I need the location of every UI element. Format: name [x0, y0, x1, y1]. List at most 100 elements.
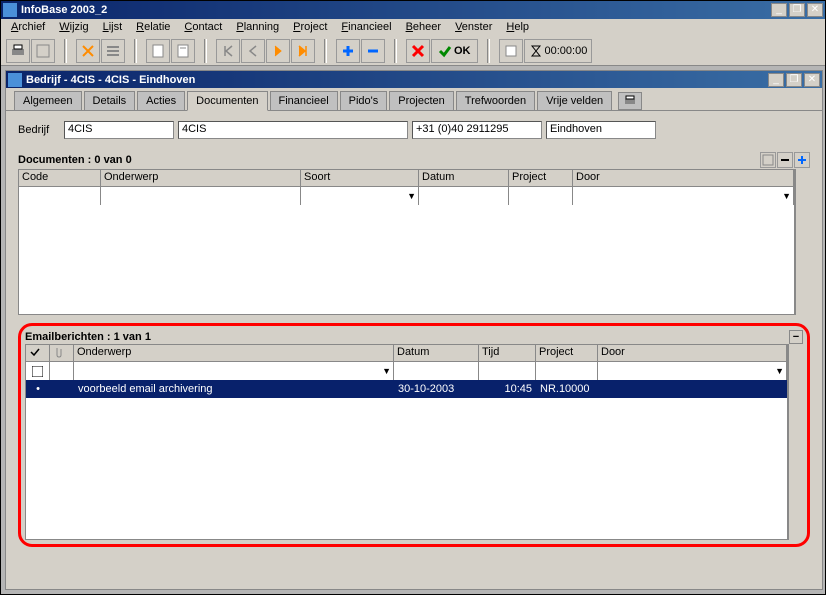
- bedrijf-plaats-field[interactable]: Eindhoven: [546, 121, 656, 139]
- ok-button[interactable]: OK: [431, 39, 478, 63]
- tab-projecten[interactable]: Projecten: [389, 91, 453, 110]
- filter-onderwerp[interactable]: [101, 187, 301, 205]
- col-door[interactable]: Door: [573, 170, 794, 186]
- menu-relatie[interactable]: Relatie: [130, 19, 176, 35]
- tab-vrijevelden[interactable]: Vrije velden: [537, 91, 612, 110]
- ok-label: OK: [454, 45, 471, 57]
- menu-wijzig[interactable]: Wijzig: [53, 19, 94, 35]
- child-minimize-button[interactable]: _: [768, 73, 784, 87]
- tab-pidos[interactable]: Pido's: [340, 91, 388, 110]
- bedrijf-phone-field[interactable]: +31 (0)40 2911295: [412, 121, 542, 139]
- email-filter-door[interactable]: ▼: [598, 362, 787, 380]
- menu-financieel[interactable]: Financieel: [335, 19, 397, 35]
- tool-button-2[interactable]: [31, 39, 55, 63]
- doc-button-1[interactable]: [146, 39, 170, 63]
- minimize-button[interactable]: _: [771, 3, 787, 17]
- separator: [204, 39, 207, 63]
- doc-link-button[interactable]: [760, 152, 776, 168]
- bedrijf-code-field[interactable]: 4CIS: [64, 121, 174, 139]
- menu-lijst[interactable]: Lijst: [97, 19, 129, 35]
- doc-button-2[interactable]: [171, 39, 195, 63]
- app-icon: [3, 3, 17, 17]
- email-filter-onderwerp[interactable]: ▼: [74, 362, 394, 380]
- email-filter-project[interactable]: [536, 362, 598, 380]
- dropdown-icon: ▼: [782, 191, 791, 201]
- timer-text: 00:00:00: [545, 45, 588, 57]
- child-window: Bedrijf - 4CIS - 4CIS - Eindhoven _ ❐ ✕ …: [5, 70, 823, 590]
- menu-project[interactable]: Project: [287, 19, 333, 35]
- nav-next-button[interactable]: [266, 39, 290, 63]
- email-row[interactable]: • voorbeeld email archivering 30-10-2003…: [26, 380, 787, 398]
- filter-soort[interactable]: ▼: [301, 187, 419, 205]
- nav-first-button[interactable]: [216, 39, 240, 63]
- filter-project[interactable]: [509, 187, 573, 205]
- email-filter-check[interactable]: [26, 362, 50, 380]
- document-panel: Bedrijf 4CIS 4CIS +31 (0)40 2911295 Eind…: [6, 111, 822, 589]
- print-button[interactable]: [6, 39, 30, 63]
- filter-door[interactable]: ▼: [573, 187, 794, 205]
- tab-financieel[interactable]: Financieel: [270, 91, 338, 110]
- find-button[interactable]: [76, 39, 100, 63]
- doc-add-button[interactable]: [794, 152, 810, 168]
- row-datum: 30-10-2003: [394, 383, 479, 395]
- col-attach[interactable]: [50, 345, 74, 361]
- menu-help[interactable]: Help: [500, 19, 535, 35]
- remove-button[interactable]: [361, 39, 385, 63]
- menu-venster[interactable]: Venster: [449, 19, 498, 35]
- child-restore-button[interactable]: ❐: [786, 73, 802, 87]
- app-titlebar: InfoBase 2003_2 _ ❐ ✕: [1, 1, 825, 19]
- col-soort[interactable]: Soort: [301, 170, 419, 186]
- tab-acties[interactable]: Acties: [137, 91, 185, 110]
- timer-start-button[interactable]: [499, 39, 523, 63]
- documenten-section: Documenten : 0 van 0 Code Onderwerp: [18, 151, 810, 315]
- email-filter-tijd[interactable]: [479, 362, 536, 380]
- dropdown-icon: ▼: [382, 366, 391, 376]
- col-email-onderwerp[interactable]: Onderwerp: [74, 345, 394, 361]
- paperclip-icon: [53, 346, 65, 358]
- email-filter-row: ▼ ▼: [25, 362, 788, 380]
- email-grid-body[interactable]: • voorbeeld email archivering 30-10-2003…: [25, 380, 788, 540]
- col-onderwerp[interactable]: Onderwerp: [101, 170, 301, 186]
- email-filter-datum[interactable]: [394, 362, 479, 380]
- filter-code[interactable]: [19, 187, 101, 205]
- col-check[interactable]: [26, 345, 50, 361]
- col-datum[interactable]: Datum: [419, 170, 509, 186]
- tool-list-button[interactable]: [101, 39, 125, 63]
- bedrijf-naam-field[interactable]: 4CIS: [178, 121, 408, 139]
- email-collapse-button[interactable]: −: [789, 330, 803, 344]
- restore-button[interactable]: ❐: [789, 3, 805, 17]
- tab-algemeen[interactable]: Algemeen: [14, 91, 82, 110]
- col-code[interactable]: Code: [19, 170, 101, 186]
- tab-documenten[interactable]: Documenten: [187, 91, 267, 111]
- separator: [487, 39, 490, 63]
- child-icon: [8, 73, 22, 87]
- col-email-tijd[interactable]: Tijd: [479, 345, 536, 361]
- child-close-button[interactable]: ✕: [804, 73, 820, 87]
- nav-prev-button[interactable]: [241, 39, 265, 63]
- cancel-button[interactable]: [406, 39, 430, 63]
- menu-planning[interactable]: Planning: [230, 19, 285, 35]
- nav-last-button[interactable]: [291, 39, 315, 63]
- menu-contact[interactable]: Contact: [178, 19, 228, 35]
- dropdown-icon: ▼: [407, 191, 416, 201]
- menu-archief[interactable]: Archief: [5, 19, 51, 35]
- documenten-grid-body[interactable]: [18, 205, 795, 315]
- col-email-project[interactable]: Project: [536, 345, 598, 361]
- col-email-door[interactable]: Door: [598, 345, 787, 361]
- add-button[interactable]: [336, 39, 360, 63]
- toolbar: OK 00:00:00: [1, 36, 825, 66]
- tab-trefwoorden[interactable]: Trefwoorden: [456, 91, 535, 110]
- doc-remove-button[interactable]: [777, 152, 793, 168]
- tab-details[interactable]: Details: [84, 91, 136, 110]
- bedrijf-row: Bedrijf 4CIS 4CIS +31 (0)40 2911295 Eind…: [18, 121, 810, 139]
- email-scrollbar[interactable]: [788, 344, 803, 540]
- tab-print-button[interactable]: [618, 92, 642, 110]
- col-project[interactable]: Project: [509, 170, 573, 186]
- filter-datum[interactable]: [419, 187, 509, 205]
- row-onderwerp: voorbeeld email archivering: [74, 383, 394, 395]
- menu-beheer[interactable]: Beheer: [400, 19, 447, 35]
- col-email-datum[interactable]: Datum: [394, 345, 479, 361]
- documenten-scrollbar[interactable]: [795, 169, 810, 315]
- close-button[interactable]: ✕: [807, 3, 823, 17]
- email-filter-attach[interactable]: [50, 362, 74, 380]
